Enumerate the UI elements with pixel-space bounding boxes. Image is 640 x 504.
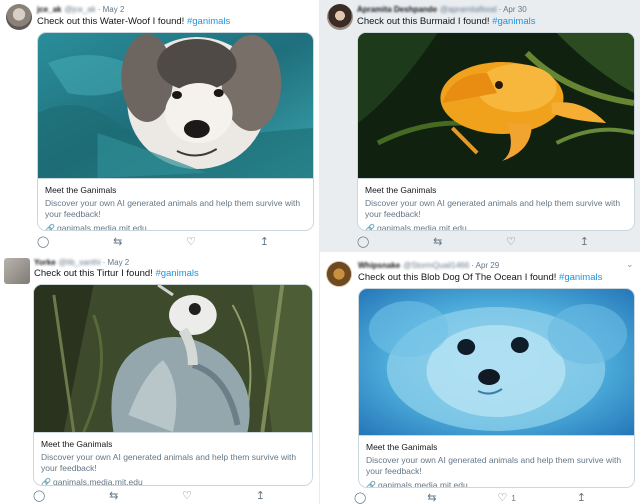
tweet-text: Check out this Burmaid I found! #ganimal… (357, 16, 536, 27)
tweet-date[interactable]: · May 2 (103, 258, 130, 267)
share-icon[interactable]: ↥ (256, 491, 265, 502)
tweet-actions: ◯ ⇆ ♡ ↥ (357, 237, 589, 248)
tweet-text-body: Check out this Burmaid I found! (357, 16, 493, 27)
avatar[interactable] (327, 4, 353, 30)
reply-icon[interactable]: ◯ (354, 493, 366, 504)
card-description: Discover your own AI generated animals a… (41, 452, 297, 473)
tweet-card-1[interactable]: jce_ak @jce_ak · May 2 Check out this Wate… (0, 0, 319, 252)
hashtag-link[interactable]: #ganimals (187, 16, 230, 27)
tweet-actions: ◯ ⇆ ♡ 1 ↥ (354, 493, 586, 504)
card-title: Meet the Ganimals (41, 439, 113, 449)
chevron-down-icon[interactable]: ⌄ (626, 259, 634, 270)
link-card[interactable]: Meet the Ganimals Discover your own AI g… (33, 284, 313, 486)
author-handle[interactable]: @apramitaflood (440, 5, 497, 14)
heart-icon[interactable]: ♡ (182, 491, 192, 502)
tweet-card-2[interactable]: Apramita Deshpande @apramitaflood · Apr 30… (320, 0, 640, 252)
like-count: 1 (511, 493, 516, 503)
card-link-text: ganimals.media.mit.edu (376, 223, 467, 231)
author-name[interactable]: Whipsnake (358, 261, 400, 270)
tweet-date[interactable]: · Apr 29 (471, 261, 499, 270)
hashtag-link[interactable]: #ganimals (155, 268, 198, 279)
card-title: Meet the Ganimals (45, 185, 117, 195)
tweet-meta: Whipsnake @StormQuail1466 · Apr 29 (358, 261, 499, 270)
hashtag-link[interactable]: #ganimals (492, 16, 535, 27)
link-card[interactable]: Meet the Ganimals Discover your own AI g… (37, 32, 314, 231)
share-icon[interactable]: ↥ (260, 237, 269, 248)
card-link[interactable]: 🔗 ganimals.media.mit.edu (366, 480, 628, 488)
card-info: Meet the Ganimals Discover your own AI g… (358, 178, 634, 231)
avatar[interactable] (6, 4, 32, 30)
link-card[interactable]: Meet the Ganimals Discover your own AI g… (358, 288, 635, 488)
heart-icon[interactable]: ♡ (186, 237, 196, 248)
link-icon: 🔗 (41, 478, 51, 486)
share-icon[interactable]: ↥ (580, 237, 589, 248)
reply-icon[interactable]: ◯ (33, 491, 45, 502)
heart-icon[interactable]: ♡ 1 (497, 493, 515, 504)
tweet-date[interactable]: · May 2 (98, 5, 125, 14)
tweet-card-4[interactable]: ⌄ Whipsnake @StormQuail1466 · Apr 29 Check… (320, 254, 640, 504)
card-info: Meet the Ganimals Discover your own AI g… (38, 178, 313, 231)
tweet-text-body: Check out this Blob Dog Of The Ocean I f… (358, 272, 560, 283)
tweet-meta: Apramita Deshpande @apramitaflood · Apr 30 (357, 5, 527, 14)
reply-icon[interactable]: ◯ (37, 237, 49, 248)
tweet-actions: ◯ ⇆ ♡ ↥ (33, 491, 265, 502)
link-icon: 🔗 (366, 481, 376, 488)
author-handle[interactable]: @jce_ak (64, 5, 95, 14)
card-title: Meet the Ganimals (366, 442, 438, 452)
tweet-meta: Yorke @lib_santhi · May 2 (34, 258, 129, 267)
card-link[interactable]: 🔗 ganimals.media.mit.edu (45, 223, 307, 231)
card-info: Meet the Ganimals Discover your own AI g… (359, 435, 634, 488)
tweet-card-3[interactable]: Yorke @lib_santhi · May 2 Check out this T… (0, 254, 319, 504)
avatar[interactable] (4, 258, 30, 284)
retweet-icon[interactable]: ⇆ (427, 493, 436, 504)
tweet-text-body: Check out this Water-Woof I found! (37, 16, 187, 27)
card-image (38, 33, 313, 178)
author-handle[interactable]: @StormQuail1466 (403, 261, 469, 270)
share-icon[interactable]: ↥ (577, 493, 586, 504)
card-link[interactable]: 🔗 ganimals.media.mit.edu (41, 477, 306, 486)
card-image (359, 289, 634, 435)
hashtag-link[interactable]: #ganimals (559, 272, 602, 283)
author-name[interactable]: jce_ak (37, 5, 61, 14)
retweet-icon[interactable]: ⇆ (113, 237, 122, 248)
author-handle[interactable]: @lib_santhi (59, 258, 101, 267)
tweet-text: Check out this Water-Woof I found! #gani… (37, 16, 230, 27)
reply-icon[interactable]: ◯ (357, 237, 369, 248)
tweet-date[interactable]: · Apr 30 (499, 5, 527, 14)
card-description: Discover your own AI generated animals a… (365, 198, 621, 219)
card-image (358, 33, 634, 178)
card-image (34, 285, 312, 432)
retweet-icon[interactable]: ⇆ (109, 491, 118, 502)
card-link-text: ganimals.media.mit.edu (52, 477, 143, 486)
card-info: Meet the Ganimals Discover your own AI g… (34, 432, 312, 486)
heart-icon[interactable]: ♡ (506, 237, 516, 248)
card-link-text: ganimals.media.mit.edu (56, 223, 147, 231)
card-link-text: ganimals.media.mit.edu (377, 480, 468, 488)
author-name[interactable]: Apramita Deshpande (357, 5, 437, 14)
author-name[interactable]: Yorke (34, 258, 56, 267)
card-description: Discover your own AI generated animals a… (45, 198, 301, 219)
card-link[interactable]: 🔗 ganimals.media.mit.edu (365, 223, 628, 231)
link-icon: 🔗 (365, 224, 375, 231)
card-description: Discover your own AI generated animals a… (366, 455, 622, 476)
retweet-icon[interactable]: ⇆ (433, 237, 442, 248)
link-card[interactable]: Meet the Ganimals Discover your own AI g… (357, 32, 635, 231)
avatar[interactable] (326, 261, 352, 287)
tweet-meta: jce_ak @jce_ak · May 2 (37, 5, 124, 14)
tweet-text: Check out this Tirtur I found! #ganimals (34, 268, 199, 279)
tweet-text-body: Check out this Tirtur I found! (34, 268, 156, 279)
tweet-text: Check out this Blob Dog Of The Ocean I f… (358, 272, 602, 283)
link-icon: 🔗 (45, 224, 55, 231)
card-title: Meet the Ganimals (365, 185, 437, 195)
tweet-actions: ◯ ⇆ ♡ ↥ (37, 237, 269, 248)
